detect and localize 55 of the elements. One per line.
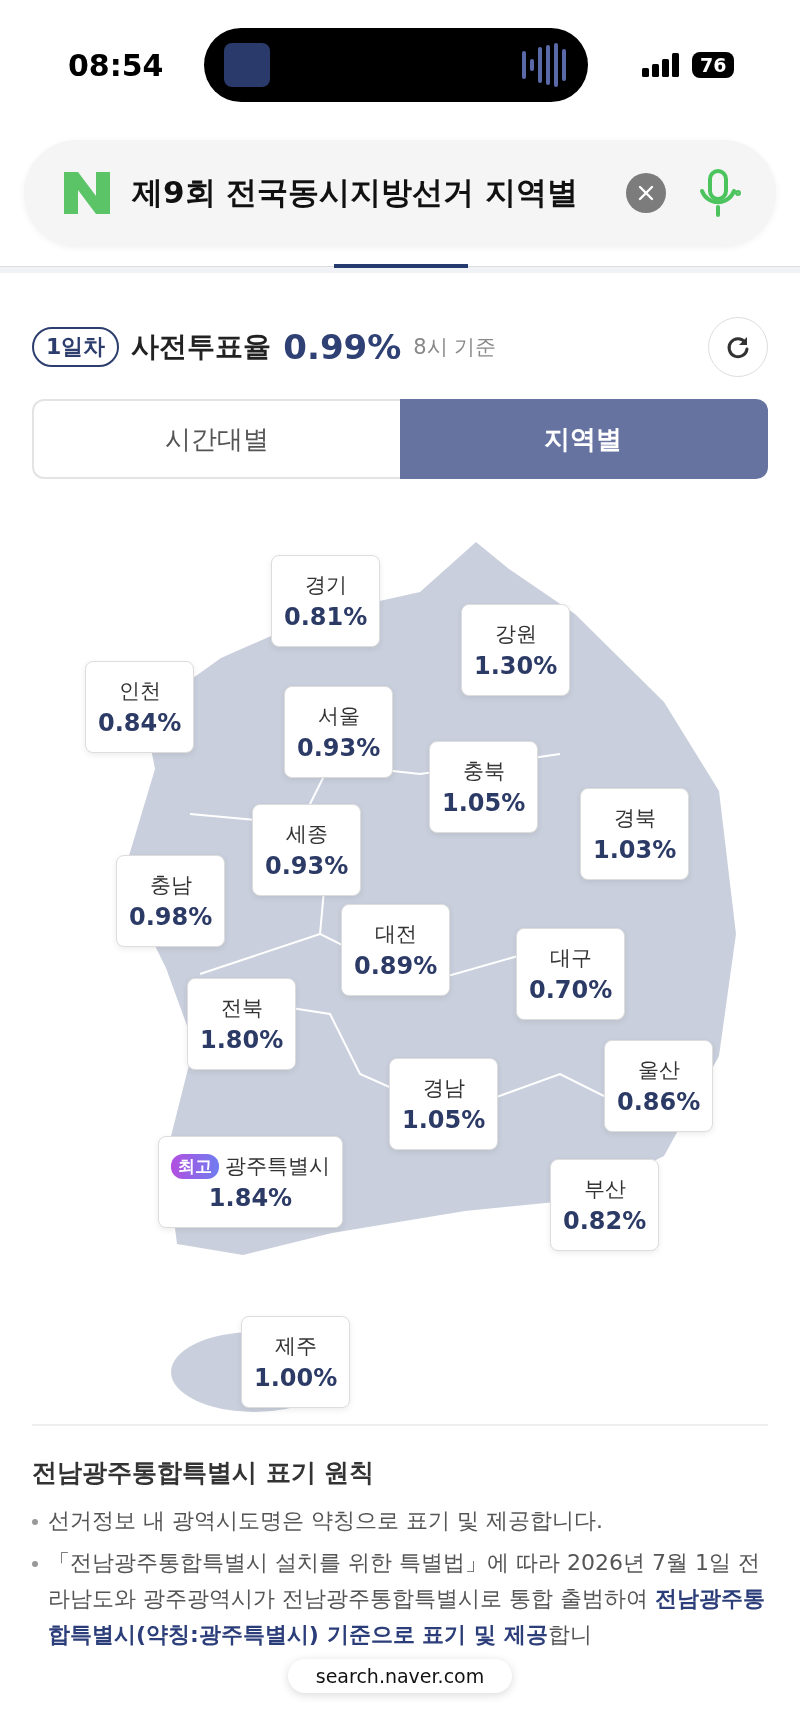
view-tab[interactable]: 지역별 [400,399,768,479]
region-rate: 0.93% [297,734,381,762]
photo-placeholder [224,43,270,87]
region-name: 경북 [613,805,656,832]
region-name: 대구 [549,945,592,972]
region-rate: 0.98% [129,903,213,931]
notice-title: 전남광주통합특별시 표기 원칙 [32,1457,376,1489]
view-tab[interactable]: 시간대별 [32,399,400,479]
region-rate: 1.00% [254,1364,338,1392]
region-name: 인천 [118,678,161,705]
region-rate: 0.86% [617,1088,701,1116]
region-name: 전북 [220,995,263,1022]
region-rate: 0.93% [265,852,349,880]
region-name: 서울 [317,703,360,730]
refresh-icon [725,334,751,360]
search-field[interactable]: 제9회 전국동시지방선거 지역별 [24,140,776,246]
turnout-label: 사전투표율 [131,329,272,365]
region-rate: 1.05% [402,1106,486,1134]
region-rate: 0.89% [354,952,438,980]
bullet-icon [32,1519,38,1525]
battery-indicator: 76 [692,52,735,78]
top-badge: 최고 [171,1153,219,1179]
signal-icon [642,53,680,77]
region-name: 충남 [149,872,192,899]
region-name: 울산 [637,1057,680,1084]
region-name: 강원 [494,621,537,648]
region-name: 경남 [422,1075,465,1102]
day-badge: 1일차 [32,327,120,367]
region-rate: 1.03% [593,836,677,864]
status-time: 08:54 [68,47,165,83]
region-rate: 1.84% [208,1184,293,1212]
region-name: 대전 [374,921,417,948]
notice-text: 「전남광주통합특별시 설치를 위한 특별법」에 따라 2026년 7월 1일 전라남도와 광주광역시가 전남광주통합특별시로 통합 출범하여 전남광주통합특별시(약칭:광주특별시) 기준으로 표기 및 제공합니 [48,1549,766,1649]
region-name: 제주 [274,1333,317,1360]
clear-icon[interactable] [626,173,666,213]
region-name: 경기 [304,572,347,599]
region-rate: 0.81% [284,603,368,631]
bullet-icon [32,1561,38,1567]
n-logo-icon [64,172,110,214]
region-rate: 0.82% [563,1207,647,1235]
region-rate: 1.05% [442,789,526,817]
region-rate: 0.70% [529,976,613,1004]
time-basis: 8시 기준 [413,334,498,361]
search-query: 제9회 전국동시지방선거 지역별 [132,173,580,212]
region-rate: 1.30% [474,652,558,680]
region-name: 충북 [462,758,505,785]
waveform-icon [522,43,568,87]
region-rate: 1.80% [200,1026,284,1054]
url-pill[interactable]: search.naver.com [287,1659,513,1693]
notice-text: 선거정보 내 광역시도명은 약칭으로 표기 및 제공합니다. [48,1507,603,1535]
region-name: 광주특별시 [225,1153,330,1180]
region-rate: 0.84% [98,709,182,737]
turnout-rate: 0.99% [283,327,402,367]
region-name: 세종 [285,821,328,848]
region-name: 부산 [583,1176,626,1203]
